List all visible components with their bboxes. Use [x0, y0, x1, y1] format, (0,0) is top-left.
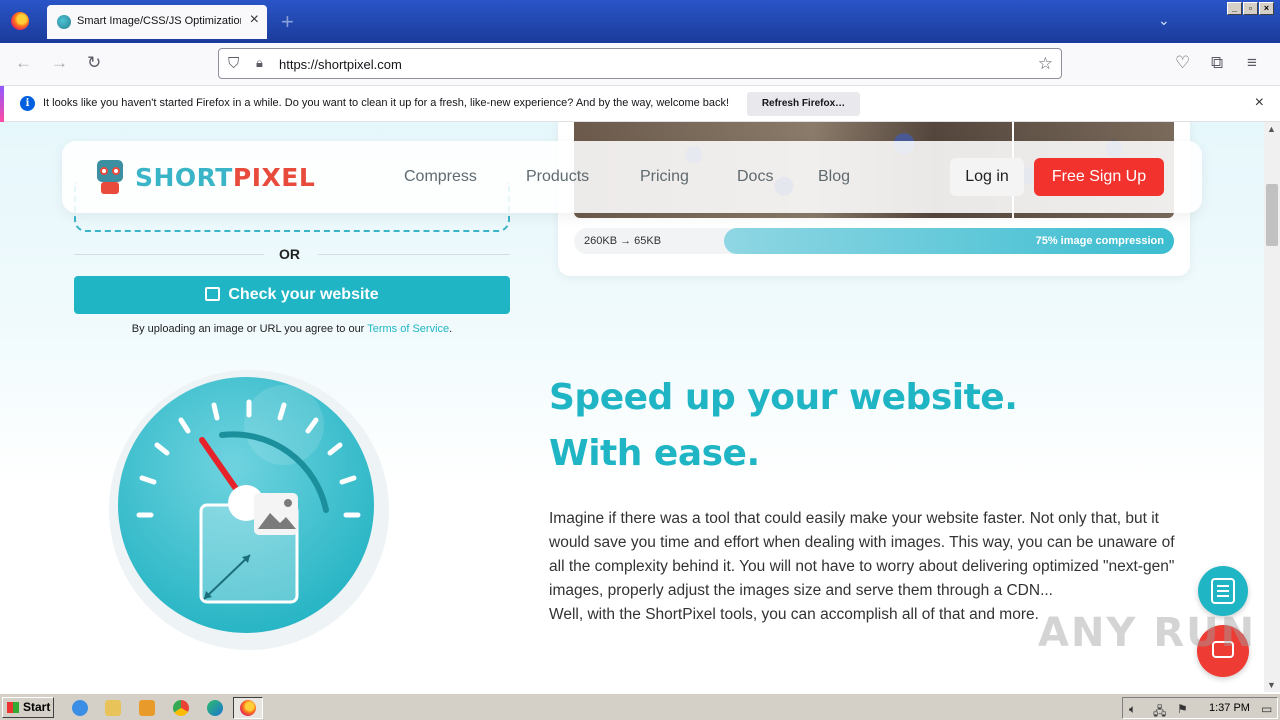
page-viewport: 260KB → 65KB 75% image compression OR Ch… [0, 122, 1264, 692]
info-icon: i [20, 96, 35, 111]
compression-bar: 260KB → 65KB 75% image compression [574, 228, 1174, 254]
logo-wordmark[interactable]: SHORTPIXEL [135, 163, 315, 192]
forward-arrow-icon[interactable]: → [51, 53, 68, 73]
nav-blog[interactable]: Blog [818, 168, 850, 186]
close-window-icon[interactable]: × [1259, 2, 1274, 15]
compression-label: 75% image compression [1035, 235, 1164, 247]
folder-icon[interactable] [105, 700, 121, 716]
logo-short: SHORT [135, 163, 233, 192]
ie-icon[interactable] [72, 700, 88, 716]
shortpixel-favicon-icon [57, 15, 71, 29]
speedometer-icon [109, 370, 389, 650]
system-tray: 🔈︎ 🖧 ⚑ 1:37 PM ▭ [1122, 697, 1278, 719]
menu-icon[interactable]: ≡ [1247, 53, 1257, 73]
taskbar: Start 🔈︎ 🖧 ⚑ 1:37 PM ▭ [0, 692, 1280, 720]
nav-pricing[interactable]: Pricing [640, 168, 689, 186]
speed-paragraph-1: Imagine if there was a tool that could e… [549, 510, 1175, 599]
navigation-toolbar: ← → ↻ ⛉ 🔒︎ https://shortpixel.com ☆ ♡ ⧉ … [0, 43, 1280, 86]
check-website-label: Check your website [228, 286, 379, 303]
minimize-icon[interactable]: _ [1227, 2, 1242, 15]
lock-icon[interactable]: 🔒︎ [256, 55, 263, 71]
volume-icon[interactable]: 🔈︎ [1129, 702, 1136, 717]
flag-icon[interactable]: ⚑ [1177, 702, 1188, 716]
logo-pixel: PIXEL [232, 163, 316, 192]
nav-products[interactable]: Products [526, 168, 589, 186]
start-button[interactable]: Start [2, 697, 54, 718]
notification-accent [0, 86, 4, 122]
terms-of-service-link[interactable]: Terms of Service [367, 323, 449, 335]
notification-bar: i It looks like you haven't started Fire… [0, 86, 1280, 122]
scroll-thumb[interactable] [1266, 184, 1278, 246]
divider [74, 254, 264, 255]
start-label: Start [23, 700, 51, 714]
speed-heading: Speed up your website. With ease. [549, 370, 1018, 482]
shortpixel-robot-logo-icon[interactable] [93, 158, 127, 194]
window-controls: _ ▫ × [1227, 2, 1274, 15]
scroll-down-icon[interactable]: ▼ [1267, 680, 1276, 690]
terms-text: By uploading an image or URL you agree t… [74, 323, 510, 335]
vertical-scrollbar[interactable]: ▲ ▼ [1264, 122, 1280, 692]
media-player-icon[interactable] [139, 700, 155, 716]
restore-icon[interactable]: ▫ [1243, 2, 1258, 15]
check-website-button[interactable]: Check your website [74, 276, 510, 314]
bookmark-star-icon[interactable]: ☆ [1038, 54, 1053, 74]
tab-title: Smart Image/CSS/JS Optimization [77, 15, 241, 27]
terms-prefix: By uploading an image or URL you agree t… [131, 323, 368, 335]
pocket-icon[interactable]: ♡ [1175, 53, 1190, 73]
feedback-button[interactable] [1198, 566, 1248, 616]
chevron-down-icon[interactable]: ⌄ [1158, 12, 1170, 29]
title-bar: Smart Image/CSS/JS Optimization × + ⌄ _ … [0, 0, 1280, 43]
free-signup-button[interactable]: Free Sign Up [1034, 158, 1164, 196]
nav-compress[interactable]: Compress [404, 168, 477, 186]
nav-docs[interactable]: Docs [737, 168, 773, 186]
speed-heading-line2: With ease. [549, 433, 760, 474]
watermark: ANY RUN [1038, 610, 1257, 656]
close-notification-icon[interactable]: × [1255, 94, 1264, 112]
firefox-taskbar-icon [240, 700, 256, 716]
firefox-icon[interactable] [11, 12, 29, 30]
chrome-icon[interactable] [173, 700, 189, 716]
or-separator: OR [279, 246, 300, 262]
reload-icon[interactable]: ↻ [87, 53, 101, 73]
new-tab-icon[interactable]: + [281, 9, 294, 35]
url-text[interactable]: https://shortpixel.com [279, 57, 402, 72]
divider [318, 254, 510, 255]
site-header: SHORTPIXEL Compress Products Pricing Doc… [62, 141, 1202, 213]
login-button[interactable]: Log in [950, 158, 1024, 196]
extensions-icon[interactable]: ⧉ [1211, 53, 1223, 73]
speed-description: Imagine if there was a tool that could e… [549, 507, 1189, 627]
browser-tab[interactable]: Smart Image/CSS/JS Optimization × [47, 5, 267, 39]
tracking-shield-icon[interactable]: ⛉ [228, 55, 239, 72]
back-arrow-icon[interactable]: ← [15, 53, 32, 73]
compression-sizes: 260KB → 65KB [584, 235, 662, 247]
calendar-check-icon [205, 287, 221, 301]
scroll-up-icon[interactable]: ▲ [1267, 124, 1276, 134]
address-bar[interactable]: ⛉ 🔒︎ https://shortpixel.com ☆ [218, 48, 1062, 79]
notification-text: It looks like you haven't started Firefo… [43, 97, 730, 109]
speed-heading-line1: Speed up your website. [549, 377, 1018, 418]
clock: 1:37 PM [1209, 702, 1250, 714]
clipboard-icon [1211, 578, 1235, 604]
close-tab-icon[interactable]: × [250, 11, 259, 29]
edge-icon[interactable] [207, 700, 223, 716]
terms-suffix: . [449, 323, 453, 335]
taskbar-firefox-button[interactable] [233, 697, 263, 719]
speedometer-illustration [104, 365, 394, 655]
windows-flag-icon [7, 702, 19, 713]
network-icon[interactable]: 🖧 [1153, 702, 1166, 720]
refresh-firefox-button[interactable]: Refresh Firefox… [747, 92, 860, 116]
show-desktop-icon[interactable]: ▭ [1261, 702, 1272, 716]
